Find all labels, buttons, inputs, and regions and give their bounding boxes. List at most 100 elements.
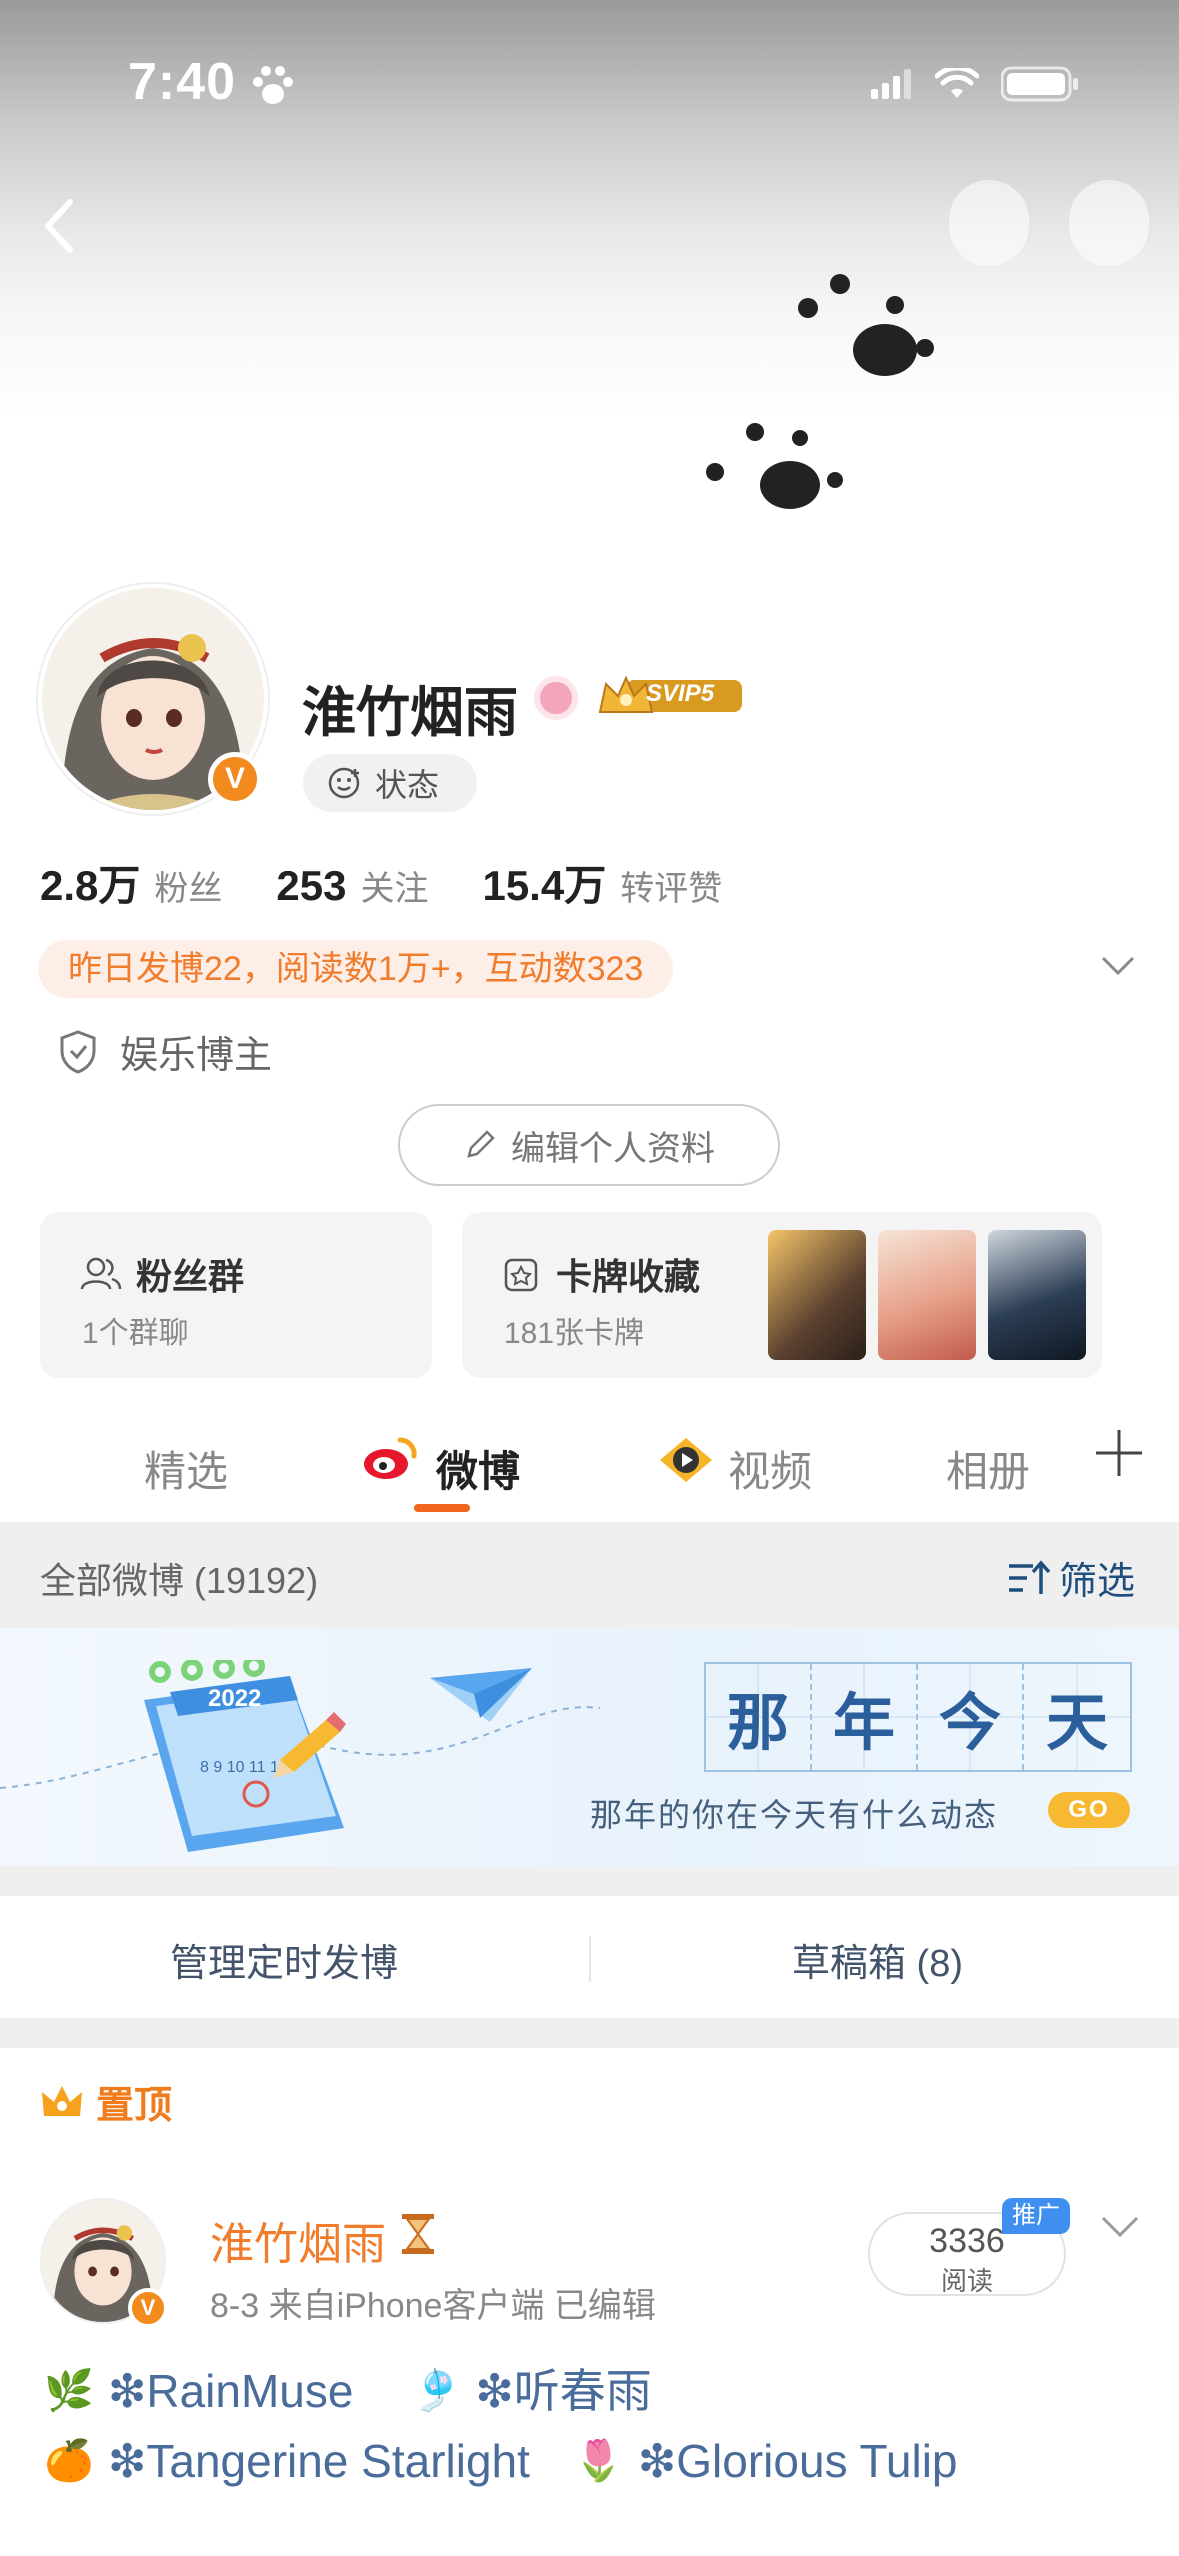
card-collection-title: 卡牌收藏	[502, 1248, 700, 1300]
stat-label: 关注	[360, 870, 429, 908]
edit-profile-label: 编辑个人资料	[511, 1129, 715, 1168]
calendar-illustration: 2022 8 9 10 11 12	[130, 1655, 360, 1865]
stat-value: 253	[276, 862, 347, 909]
weibo-logo-icon	[362, 1434, 420, 1487]
filter-bar: 全部微博 (19192) 筛选	[0, 1522, 1179, 1628]
fan-group-title: 粉丝群	[80, 1248, 244, 1300]
tulip-emoji-icon: 🌷	[573, 2439, 624, 2483]
post-topic-link[interactable]: ❇Tangerine Starlight	[108, 2426, 530, 2496]
status-bar: 7:40	[0, 0, 1179, 150]
tab-featured[interactable]: 精选	[144, 1438, 228, 1499]
status-time: 7:40	[128, 53, 237, 111]
paw-icon	[250, 64, 296, 113]
tag-label: 娱乐博主	[120, 1035, 273, 1077]
yesterday-stats-notice[interactable]: 昨日发博22，阅读数1万+，互动数323	[38, 940, 674, 998]
post-content: 🌿 ❇RainMuse 🎐 ❇听春雨 🍊 ❇Tangerine Starligh…	[44, 2356, 1144, 2496]
pinned-text: 置顶	[96, 2085, 173, 2127]
calendar-year-text: 2022	[208, 1685, 261, 1712]
profile-page: 7:40 V 淮竹烟雨 SVIP5 状态 2.8万 粉丝 253 关注 15.4…	[0, 0, 1179, 2556]
stat-value: 15.4万	[482, 862, 607, 909]
post-management-bar: 管理定时发博 草稿箱 (8)	[0, 1896, 1179, 2018]
post-options-chevron-icon[interactable]	[1100, 2214, 1140, 2240]
hourglass-icon	[402, 2214, 434, 2254]
status-label: 状态	[375, 767, 440, 803]
filter-button[interactable]: 筛选	[1007, 1550, 1135, 1605]
calendar-days-text: 8 9 10 11 12	[200, 1759, 288, 1776]
crown-pin-icon	[42, 2085, 82, 2116]
scheduled-posts-button[interactable]: 管理定时发博	[170, 1932, 398, 1987]
pinned-label: 置顶	[40, 2074, 172, 2129]
profile-tag[interactable]: 娱乐博主	[58, 1024, 272, 1079]
filter-icon	[1008, 1559, 1051, 1594]
title-char: 天	[1024, 1664, 1130, 1770]
go-button[interactable]: GO	[1048, 1792, 1130, 1828]
edit-profile-button[interactable]: 编辑个人资料	[398, 1104, 780, 1186]
fan-group-sub: 1个群聊	[82, 1317, 189, 1350]
card-thumbnail[interactable]	[988, 1230, 1086, 1360]
tab-video[interactable]: 视频	[728, 1438, 812, 1499]
drafts-button[interactable]: 草稿箱 (8)	[792, 1932, 963, 1987]
add-tab-icon[interactable]	[1094, 1428, 1144, 1478]
section-divider	[0, 1866, 1179, 1896]
signal-icon	[871, 69, 913, 104]
post-topic-link[interactable]: ❇听春雨	[475, 2356, 652, 2426]
title-char: 今	[918, 1664, 1024, 1770]
stat-label: 转评赞	[620, 870, 723, 908]
title-char: 年	[812, 1664, 918, 1770]
member-badge-icon[interactable]	[534, 676, 578, 720]
stat-following[interactable]: 253 关注	[276, 861, 428, 910]
pencil-icon	[467, 1130, 495, 1158]
section-divider	[0, 2018, 1179, 2048]
card-icon	[504, 1258, 538, 1292]
people-icon	[80, 1257, 122, 1290]
memories-title: 那 年 今 天	[704, 1662, 1132, 1772]
post-topic-link[interactable]: ❇RainMuse	[108, 2356, 354, 2426]
card-thumbnails	[768, 1230, 1086, 1360]
status-button[interactable]: 状态	[303, 754, 477, 812]
tab-weibo[interactable]: 微博	[436, 1438, 520, 1499]
system-icons	[871, 65, 1079, 107]
stat-value: 2.8万	[40, 862, 141, 909]
post-verified-badge: V	[128, 2288, 168, 2328]
svip-badge[interactable]: SVIP5	[596, 672, 744, 720]
stat-fans[interactable]: 2.8万 粉丝	[40, 852, 222, 913]
search-button[interactable]	[949, 180, 1029, 266]
title-char: 那	[706, 1664, 812, 1770]
chevron-down-icon[interactable]	[1100, 954, 1136, 978]
post-meta: 8-3 来自iPhone客户端 已编辑	[210, 2287, 656, 2325]
card-collection-card[interactable]: 卡牌收藏 181张卡牌	[462, 1212, 1102, 1378]
back-button[interactable]	[36, 196, 86, 256]
post-author-name[interactable]: 淮竹烟雨	[210, 2208, 386, 2272]
chevron-left-icon	[45, 199, 73, 253]
paper-plane-icon	[430, 1668, 532, 1722]
fan-group-card[interactable]: 粉丝群 1个群聊	[40, 1212, 432, 1378]
card-thumbnail[interactable]	[768, 1230, 866, 1360]
header-action-buttons[interactable]	[949, 180, 1149, 266]
more-button[interactable]	[1069, 180, 1149, 266]
stat-interactions[interactable]: 15.4万 转评赞	[482, 852, 722, 913]
profile-stats: 2.8万 粉丝 253 关注 15.4万 转评赞	[40, 852, 776, 913]
verified-badge: V	[208, 752, 262, 806]
tangerine-emoji-icon: 🍊	[44, 2439, 94, 2483]
shield-icon	[60, 1029, 96, 1074]
card-collection-sub: 181张卡牌	[504, 1317, 645, 1350]
post-topic-link[interactable]: ❇Glorious Tulip	[638, 2426, 958, 2496]
card-title-text: 卡牌收藏	[556, 1256, 701, 1297]
cover-paw-prints	[706, 274, 934, 509]
wifi-icon	[934, 65, 980, 105]
all-posts-count[interactable]: 全部微博 (19192)	[40, 1552, 318, 1604]
stat-label: 粉丝	[154, 870, 223, 908]
svip-label: SVIP5	[646, 680, 715, 707]
battery-icon	[1000, 66, 1079, 107]
video-play-icon	[656, 1436, 716, 1489]
post-line: 🍊 ❇Tangerine Starlight 🌷 ❇Glorious Tulip	[44, 2426, 1144, 2496]
profile-tabs: 精选 微博 视频 相册	[0, 1400, 1179, 1520]
leaf-emoji-icon: 🌿	[44, 2369, 94, 2413]
status-smile-icon	[328, 767, 360, 799]
memories-subtitle: 那年的你在今天有什么动态	[590, 1796, 999, 1834]
card-thumbnail[interactable]	[878, 1230, 976, 1360]
divider	[589, 1936, 591, 1982]
card-title-text: 粉丝群	[136, 1256, 245, 1297]
promote-badge[interactable]: 推广	[1002, 2198, 1070, 2234]
tab-album[interactable]: 相册	[946, 1438, 1030, 1499]
